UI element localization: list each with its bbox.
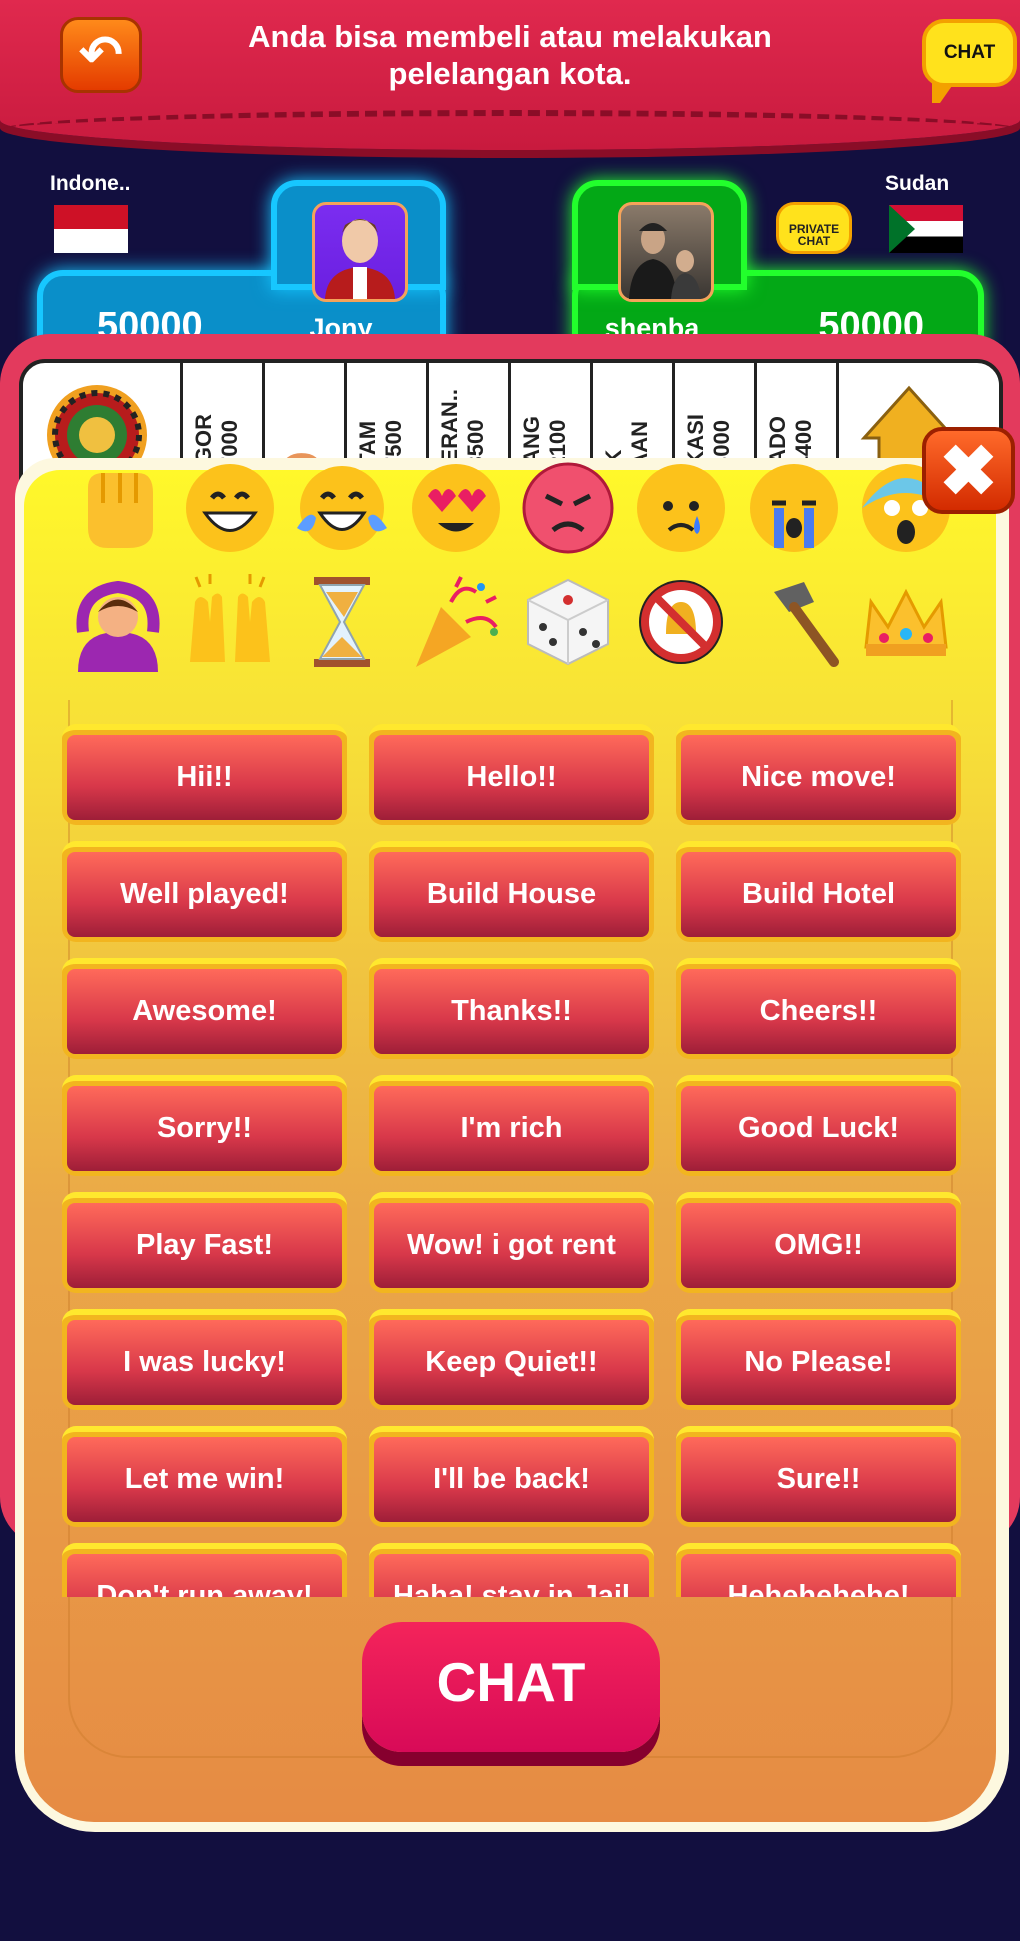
- hammer-emoji-icon[interactable]: [744, 572, 844, 672]
- tears-of-joy-emoji-icon[interactable]: [292, 458, 392, 558]
- raising-hands-emoji-icon[interactable]: [180, 572, 280, 672]
- quick-message-label: Keep Quiet!!: [374, 1320, 649, 1405]
- quick-message-button[interactable]: Nice move!: [676, 724, 961, 825]
- quick-message-button[interactable]: Let me win!: [62, 1426, 347, 1527]
- quick-message-button[interactable]: Haha! stay in Jail: [369, 1543, 654, 1597]
- quick-message-label: Well played!: [67, 852, 342, 937]
- quick-message-button[interactable]: Sorry!!: [62, 1075, 347, 1176]
- quick-message-button[interactable]: Cheers!!: [676, 958, 961, 1059]
- player1-panel: 50000 Jony: [37, 180, 446, 350]
- heart-eyes-emoji-icon[interactable]: [406, 458, 506, 558]
- quick-message-button[interactable]: Hii!!: [62, 724, 347, 825]
- quick-message-button[interactable]: Awesome!: [62, 958, 347, 1059]
- party-popper-emoji-icon[interactable]: [406, 572, 506, 672]
- quick-message-label: Play Fast!: [67, 1203, 342, 1288]
- quick-message-button[interactable]: Sure!!: [676, 1426, 961, 1527]
- quick-message-button[interactable]: Well played!: [62, 841, 347, 942]
- private-chat-button[interactable]: PRIVATE CHAT: [776, 202, 852, 254]
- crying-emoji-icon[interactable]: [744, 458, 844, 558]
- quick-message-button[interactable]: Hehehehehe!: [676, 1543, 961, 1597]
- woman-gesturing-ok-emoji-icon[interactable]: [68, 572, 168, 672]
- quick-message-label: Cheers!!: [681, 969, 956, 1054]
- quick-message-button[interactable]: Don't run away!: [62, 1543, 347, 1597]
- quick-message-button[interactable]: Play Fast!: [62, 1192, 347, 1293]
- quick-message-button[interactable]: Wow! i got rent: [369, 1192, 654, 1293]
- quick-message-label: Sure!!: [681, 1437, 956, 1522]
- quick-message-label: Thanks!!: [374, 969, 649, 1054]
- quick-message-button[interactable]: I was lucky!: [62, 1309, 347, 1410]
- quick-message-label: Wow! i got rent: [374, 1203, 649, 1288]
- quick-message-label: Build House: [374, 852, 649, 937]
- sad-tear-emoji-icon[interactable]: [631, 458, 731, 558]
- quick-message-label: Good Luck!: [681, 1086, 956, 1171]
- quick-message-label: Hii!!: [67, 735, 342, 820]
- quick-message-button[interactable]: Build Hotel: [676, 841, 961, 942]
- close-button[interactable]: ✖: [922, 427, 1015, 514]
- quick-message-label: I'm rich: [374, 1086, 649, 1171]
- quick-message-label: Nice move!: [681, 735, 956, 820]
- undo-arrow-icon: ↶: [79, 26, 123, 84]
- grinning-emoji-icon[interactable]: [180, 458, 280, 558]
- quick-message-button[interactable]: Good Luck!: [676, 1075, 961, 1176]
- status-message: Anda bisa membeli atau melakukan pelelan…: [248, 19, 772, 91]
- sudan-flag: [889, 205, 963, 253]
- quick-message-label: Awesome!: [67, 969, 342, 1054]
- quick-message-label: No Please!: [681, 1320, 956, 1405]
- fist-emoji-icon[interactable]: [68, 458, 168, 558]
- angry-emoji-icon[interactable]: [518, 458, 618, 558]
- quick-message-label: Hehehehehe!: [681, 1554, 956, 1597]
- quick-messages-list[interactable]: Hii!! Hello!! Nice move! Well played! Build …: [55, 716, 975, 1597]
- quick-message-button[interactable]: OMG!!: [676, 1192, 961, 1293]
- quick-message-label: Haha! stay in Jail: [374, 1554, 649, 1597]
- dice-emoji-icon[interactable]: [518, 572, 618, 672]
- quick-message-button[interactable]: Build House: [369, 841, 654, 942]
- back-button[interactable]: ↶: [60, 17, 142, 93]
- quick-message-label: OMG!!: [681, 1203, 956, 1288]
- player2-country: Sudan: [885, 172, 950, 195]
- quick-message-button[interactable]: I'll be back!: [369, 1426, 654, 1527]
- quick-message-label: Build Hotel: [681, 852, 956, 937]
- quick-message-button[interactable]: No Please!: [676, 1309, 961, 1410]
- quick-message-label: I was lucky!: [67, 1320, 342, 1405]
- close-icon: ✖: [939, 431, 998, 510]
- quick-message-label: Sorry!!: [67, 1086, 342, 1171]
- no-bell-emoji-icon[interactable]: [631, 572, 731, 672]
- quick-message-label: Hello!!: [374, 735, 649, 820]
- hourglass-emoji-icon[interactable]: [292, 572, 392, 672]
- quick-message-label: Don't run away!: [67, 1554, 342, 1597]
- quick-message-label: Let me win!: [67, 1437, 342, 1522]
- player2-avatar[interactable]: [618, 202, 714, 302]
- chat-bubble-button[interactable]: CHAT: [922, 19, 1017, 103]
- player1-avatar[interactable]: [312, 202, 408, 302]
- quick-message-label: I'll be back!: [374, 1437, 649, 1522]
- quick-message-button[interactable]: Keep Quiet!!: [369, 1309, 654, 1410]
- quick-message-button[interactable]: Hello!!: [369, 724, 654, 825]
- crown-emoji-icon[interactable]: [856, 572, 956, 672]
- quick-message-button[interactable]: I'm rich: [369, 1075, 654, 1176]
- quick-message-button[interactable]: Thanks!!: [369, 958, 654, 1059]
- chat-button[interactable]: CHAT: [362, 1622, 660, 1752]
